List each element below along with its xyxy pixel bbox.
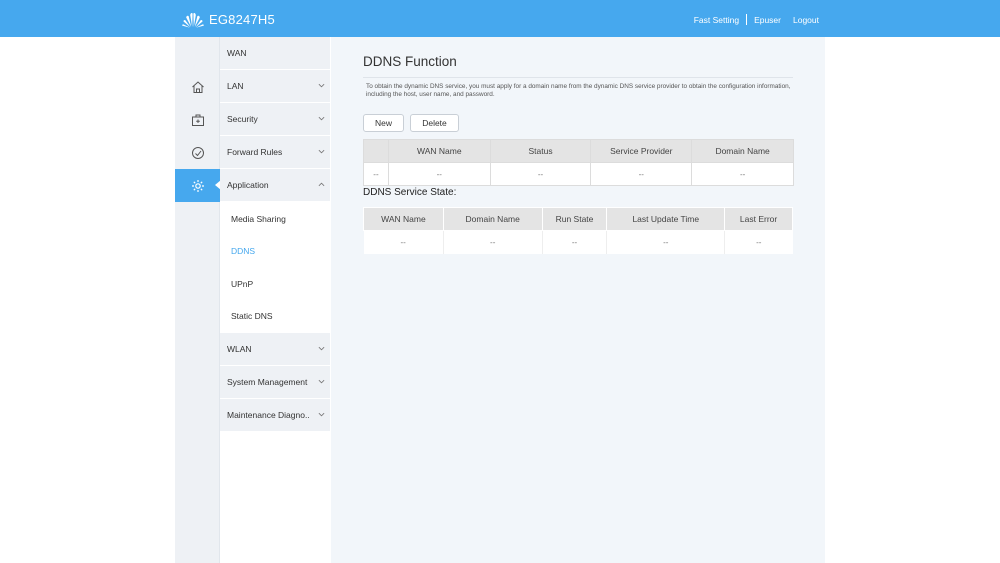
gear-icon <box>191 179 204 192</box>
column-header-status: Status <box>489 139 592 163</box>
submenu-item-upnp[interactable]: UPnP <box>220 268 330 300</box>
page-title: DDNS Function <box>363 54 457 69</box>
table-cell: -- <box>542 230 608 254</box>
top-bar: EG8247H5 Fast Setting Epuser Logout <box>0 0 1000 37</box>
menu-item-wlan[interactable]: WLAN <box>220 333 330 366</box>
menu-item-label: WAN <box>227 48 247 58</box>
table-cell: -- <box>363 162 389 186</box>
table-cell: -- <box>606 230 726 254</box>
column-header-wan-name: WAN Name <box>387 139 491 163</box>
menu-item-application[interactable]: Application <box>220 169 330 202</box>
chevron-down-icon <box>318 412 325 417</box>
menu-item-wan[interactable]: WAN <box>220 37 330 70</box>
huawei-logo-icon <box>182 13 204 28</box>
product-name: EG8247H5 <box>209 11 275 27</box>
menu-item-maintenance-diagnosis[interactable]: Maintenance Diagno.. <box>220 399 330 432</box>
icon-rail <box>175 37 221 563</box>
menu-item-label: Security <box>227 114 258 124</box>
chevron-down-icon <box>318 116 325 121</box>
menu-item-system-management[interactable]: System Management <box>220 366 330 399</box>
table-header-row: WAN Name Domain Name Run State Last Upda… <box>363 207 793 231</box>
column-header-domain-name: Domain Name <box>442 207 543 231</box>
side-menu: WAN LAN Security Forward Rules Applicati… <box>220 37 330 563</box>
table-cell: -- <box>691 162 794 186</box>
column-header-last-update-time: Last Update Time <box>606 207 726 231</box>
rail-advanced[interactable] <box>175 169 221 202</box>
menu-item-label: Forward Rules <box>227 147 283 157</box>
chevron-down-icon <box>318 346 325 351</box>
home-icon <box>191 80 204 93</box>
column-header-run-state: Run State <box>541 207 608 231</box>
table-cell: -- <box>387 162 491 186</box>
table-row: -- -- -- -- -- <box>363 230 793 254</box>
column-header-wan-name: WAN Name <box>363 207 444 231</box>
logout-link[interactable]: Logout <box>793 15 819 25</box>
rail-tools[interactable] <box>175 103 220 136</box>
delete-button[interactable]: Delete <box>410 114 459 132</box>
menu-item-label: WLAN <box>227 344 252 354</box>
chevron-down-icon <box>318 83 325 88</box>
table-cell: -- <box>724 230 793 254</box>
column-header-service-provider: Service Provider <box>590 139 693 163</box>
menu-item-forward-rules[interactable]: Forward Rules <box>220 136 330 169</box>
page-description: To obtain the dynamic DNS service, you m… <box>366 83 791 98</box>
submenu-item-label: Static DNS <box>231 311 273 321</box>
menu-item-label: Maintenance Diagno.. <box>227 410 310 420</box>
submenu-item-ddns[interactable]: DDNS <box>220 235 330 267</box>
submenu-item-label: UPnP <box>231 279 254 289</box>
menu-item-lan[interactable]: LAN <box>220 70 330 103</box>
ddns-state-table: WAN Name Domain Name Run State Last Upda… <box>363 207 793 254</box>
speedometer-icon <box>191 146 204 159</box>
table-cell: -- <box>443 230 543 254</box>
menu-item-label: Application <box>227 180 269 190</box>
menu-item-label: LAN <box>227 81 244 91</box>
select-column-header <box>363 139 389 163</box>
chevron-down-icon <box>318 149 325 154</box>
submenu-item-label: DDNS <box>231 246 256 256</box>
title-divider <box>363 77 793 78</box>
table-row[interactable]: -- -- -- -- -- <box>363 162 794 186</box>
toolbox-icon <box>191 114 204 126</box>
chevron-up-icon <box>318 182 325 187</box>
table-header-row: WAN Name Status Service Provider Domain … <box>363 139 794 163</box>
chevron-down-icon <box>318 379 325 384</box>
new-button[interactable]: New <box>363 114 404 132</box>
main-content: DDNS Function To obtain the dynamic DNS … <box>331 37 825 563</box>
table-cell: -- <box>590 162 693 186</box>
ddns-table: WAN Name Status Service Provider Domain … <box>363 139 794 186</box>
submenu-item-media-sharing[interactable]: Media Sharing <box>220 203 330 235</box>
column-header-domain-name: Domain Name <box>691 139 794 163</box>
brand: EG8247H5 <box>181 9 275 29</box>
rail-status[interactable] <box>175 136 220 169</box>
menu-item-security[interactable]: Security <box>220 103 330 136</box>
submenu-item-static-dns[interactable]: Static DNS <box>220 300 330 332</box>
service-state-title: DDNS Service State: <box>363 187 457 198</box>
rail-home[interactable] <box>175 70 220 103</box>
header-links: Fast Setting Epuser Logout <box>694 14 819 25</box>
column-header-last-error: Last Error <box>724 207 793 231</box>
submenu-item-label: Media Sharing <box>231 214 286 224</box>
fast-setting-link[interactable]: Fast Setting <box>694 15 739 25</box>
menu-item-label: System Management <box>227 377 308 387</box>
table-cell: -- <box>363 230 444 254</box>
user-link[interactable]: Epuser <box>754 15 781 25</box>
table-cell: -- <box>489 162 592 186</box>
header-divider <box>746 14 748 25</box>
